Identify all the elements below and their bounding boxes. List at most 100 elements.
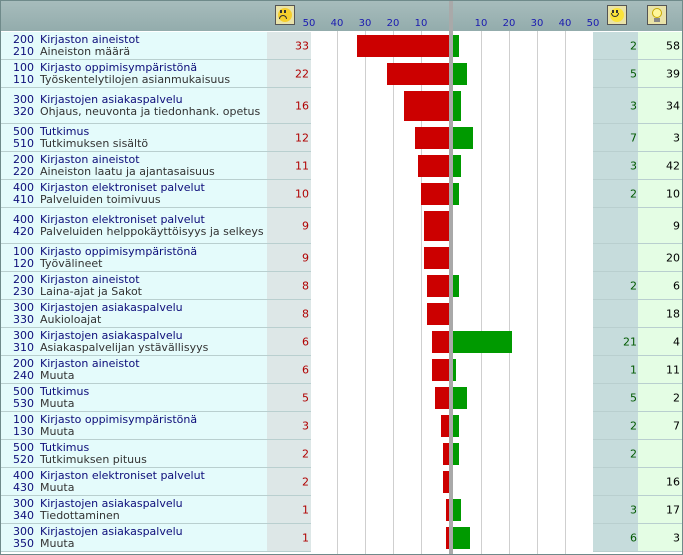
- ideas-count: 18: [666, 307, 680, 320]
- negative-bar: [357, 35, 449, 57]
- negative-count-cell: 5: [267, 384, 311, 412]
- row-label-cell: 200 240 Kirjaston aineistot Muuta: [1, 356, 267, 384]
- subcategory-code: 350: [13, 536, 34, 550]
- row-label-cell: 500 520 Tutkimus Tutkimuksen pituus: [1, 440, 267, 468]
- positive-count: 7: [630, 131, 637, 144]
- ideas-count: 3: [673, 531, 680, 544]
- axis-tick-label: 10: [414, 18, 428, 29]
- row-label-cell: 200 220 Kirjaston aineistot Aineiston laatu…: [1, 152, 267, 180]
- table-row: 100 130 Kirjasto oppimisympäristönä Muuta 3 2…: [1, 412, 682, 440]
- gridline: [481, 31, 482, 554]
- positive-count-cell: 6: [593, 524, 638, 552]
- positive-count: 5: [630, 67, 637, 80]
- subcategory-code: 510: [13, 136, 34, 150]
- negative-count-cell: 6: [267, 356, 311, 384]
- row-texts: Tutkimus Muuta: [40, 385, 265, 410]
- lightbulb-icon-circle: [652, 8, 662, 18]
- row-label-cell: 400 410 Kirjaston elektroniset palvelut Pal…: [1, 180, 267, 208]
- row-texts: Kirjasto oppimisympäristönä Työskentelyti…: [40, 61, 265, 86]
- ideas-count: 7: [673, 419, 680, 432]
- table-row: 100 110 Kirjasto oppimisympäristönä Työsken…: [1, 60, 682, 88]
- negative-count-cell: 10: [267, 180, 311, 208]
- row-texts: Kirjaston elektroniset palvelut Palveluid…: [40, 213, 265, 238]
- zero-divider: [449, 1, 453, 554]
- subcategory-code: 520: [13, 452, 34, 466]
- subcategory-title: Tutkimuksen sisältö: [40, 136, 149, 150]
- negative-count: 1: [302, 503, 309, 516]
- ideas-count-cell: 58: [638, 32, 682, 60]
- negative-count-cell: 33: [267, 32, 311, 60]
- ideas-count-cell: 17: [638, 496, 682, 524]
- positive-bar: [453, 387, 467, 409]
- row-codes: 200 210: [13, 33, 39, 58]
- subcategory-title: Työvälineet: [40, 256, 103, 270]
- positive-count: 21: [623, 335, 637, 348]
- negative-count: 12: [295, 131, 309, 144]
- row-texts: Tutkimus Tutkimuksen sisältö: [40, 125, 265, 150]
- row-codes: 300 320: [13, 93, 39, 118]
- happy-face-icon: [607, 5, 627, 25]
- negative-bar: [432, 359, 449, 381]
- positive-bar: [453, 415, 459, 437]
- row-texts: Kirjaston aineistot Aineiston laatu ja aj…: [40, 153, 265, 178]
- negative-count: 8: [302, 307, 309, 320]
- lightbulb-icon-base: [654, 18, 660, 22]
- ideas-count: 16: [666, 475, 680, 488]
- table-row: 300 340 Kirjastojen asiakaspalvelu Tiedotta…: [1, 496, 682, 524]
- row-texts: Kirjastojen asiakaspalvelu Tiedottaminen: [40, 497, 265, 522]
- subcategory-code: 430: [13, 480, 34, 494]
- subcategory-title: Asiakaspalvelijan ystävällisyys: [40, 340, 209, 354]
- positive-count: 2: [630, 39, 637, 52]
- negative-count: 11: [295, 159, 309, 172]
- row-texts: Kirjaston elektroniset palvelut Palveluid…: [40, 181, 265, 206]
- subcategory-title: Muuta: [40, 424, 75, 438]
- positive-bar: [453, 443, 459, 465]
- negative-bar: [424, 211, 449, 241]
- table-row: 500 520 Tutkimus Tutkimuksen pituus 2 2: [1, 440, 682, 468]
- positive-count: 2: [630, 447, 637, 460]
- positive-count-cell: [593, 468, 638, 496]
- axis-tick-label: 30: [530, 18, 544, 29]
- ideas-count-cell: 3: [638, 524, 682, 552]
- ideas-count: 3: [673, 131, 680, 144]
- lightbulb-icon: [647, 5, 667, 25]
- gridline: [509, 31, 510, 554]
- positive-count: 2: [630, 187, 637, 200]
- table-row: 400 420 Kirjaston elektroniset palvelut Pal…: [1, 208, 682, 244]
- negative-count-cell: 16: [267, 88, 311, 124]
- sad-face-icon: [275, 5, 295, 25]
- row-codes: 400 420: [13, 213, 39, 238]
- positive-bar: [453, 275, 459, 297]
- positive-count-cell: 5: [593, 60, 638, 88]
- row-label-cell: 200 210 Kirjaston aineistot Aineiston määrä: [1, 32, 267, 60]
- subcategory-title: Muuta: [40, 480, 75, 494]
- axis-tick-label: 30: [358, 18, 372, 29]
- row-texts: Kirjastojen asiakaspalvelu Asiakaspalveli…: [40, 329, 265, 354]
- negative-bar: [421, 183, 449, 205]
- sad-face-icon-eye: [284, 10, 286, 13]
- row-label-cell: 100 120 Kirjasto oppimisympäristönä Työväli…: [1, 244, 267, 272]
- subcategory-title: Muuta: [40, 536, 75, 550]
- ideas-count: 4: [673, 335, 680, 348]
- row-codes: 300 340: [13, 497, 39, 522]
- row-texts: Kirjaston aineistot Laina-ajat ja Sakot: [40, 273, 265, 298]
- ideas-count-cell: 39: [638, 60, 682, 88]
- row-label-cell: 400 420 Kirjaston elektroniset palvelut Pal…: [1, 208, 267, 244]
- negative-count-cell: 9: [267, 208, 311, 244]
- row-texts: Kirjastojen asiakaspalvelu Muuta: [40, 525, 265, 550]
- subcategory-title: Palveluiden helppokäyttöisyys ja selkeys: [40, 224, 264, 238]
- positive-bar: [453, 499, 461, 521]
- axis-tick-label: 40: [558, 18, 572, 29]
- positive-count-cell: 3: [593, 152, 638, 180]
- table-row: 300 320 Kirjastojen asiakaspalvelu Ohjaus, …: [1, 88, 682, 124]
- positive-bar: [453, 331, 512, 353]
- ideas-count-cell: 18: [638, 300, 682, 328]
- axis-tick-label: 50: [586, 18, 600, 29]
- row-label-cell: 300 320 Kirjastojen asiakaspalvelu Ohjaus, …: [1, 88, 267, 124]
- negative-count-cell: 8: [267, 272, 311, 300]
- subcategory-code: 130: [13, 424, 34, 438]
- row-codes: 100 110: [13, 61, 39, 86]
- negative-count-cell: 2: [267, 440, 311, 468]
- positive-count-cell: 3: [593, 88, 638, 124]
- negative-count-cell: 11: [267, 152, 311, 180]
